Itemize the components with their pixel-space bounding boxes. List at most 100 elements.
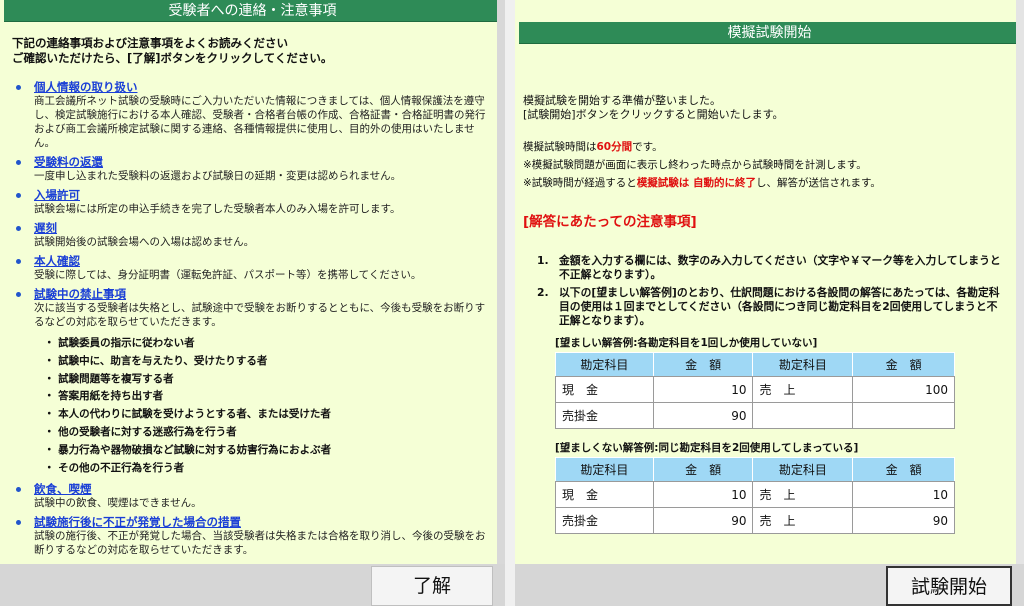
ready-message: 模擬試験を開始する準備が整いました。 [試験開始]ボタンをクリックすると開始いた…	[515, 44, 1024, 122]
column-header: 勘定科目	[752, 457, 854, 482]
table-header-row: 勘定科目 金 額 勘定科目 金 額	[555, 457, 955, 482]
exam-duration: 60分間	[596, 141, 633, 153]
acknowledge-button[interactable]: 了解	[371, 566, 493, 606]
notice-body: 試験開始後の試験会場への入場は認めません。	[34, 236, 255, 248]
auto-prefix: ※試験時間が経過すると	[523, 177, 637, 189]
answer-rule: 2. 以下の[望ましい解答例]のとおり、仕訳問題における各設問の解答にあたっては…	[537, 286, 1004, 328]
debit-account: 現 金	[555, 481, 654, 508]
notice-heading: 飲食、喫煙	[34, 482, 92, 497]
good-example: [望ましい解答例:各勘定科目を1回しか使用していない] 勘定科目 金 額 勘定科…	[555, 336, 955, 429]
notice-item-prohibited: 試験中の禁止事項 次に該当する受験者は失格とし、試験途中で受験をお断りするととも…	[12, 287, 489, 477]
prohibited-item: ・ その他の不正行為を行う者	[44, 461, 185, 474]
rule-number: 1.	[537, 254, 549, 267]
notice-heading: 個人情報の取り扱い	[34, 80, 138, 94]
notice-intro: 下記の連絡事項および注意事項をよくお読みください ご確認いただけたら、[了解]ボ…	[0, 22, 505, 66]
bad-example: [望ましくない解答例:同じ勘定科目を2回使用してしまっている] 勘定科目 金 額…	[555, 441, 955, 534]
column-header: 勘定科目	[752, 352, 854, 377]
bullet-icon	[16, 520, 21, 526]
auto-end-note: ※試験時間が経過すると模擬試験は 自動的に終了し、解答が送信されます。	[523, 174, 1016, 192]
prohibited-item: ・ 暴力行為や器物破損など試験に対する妨害行為におよぶ者	[44, 443, 332, 456]
bullet-icon	[16, 259, 21, 264]
notice-item-late: 遅刻 試験開始後の試験会場への入場は認めません。	[12, 221, 489, 249]
notice-heading: 受験料の返還	[34, 155, 103, 169]
bullet-icon	[16, 160, 21, 165]
credit-amount: 10	[852, 481, 955, 508]
bad-example-caption: [望ましくない解答例:同じ勘定科目を2回使用してしまっている]	[555, 442, 859, 454]
scrollbar[interactable]	[497, 0, 505, 606]
debit-account: 売掛金	[555, 402, 654, 429]
notice-body: 次に該当する受験者は失格とし、試験途中で受験をお断りするとともに、今後も受験をお…	[34, 302, 486, 328]
ready-line-2: [試験開始]ボタンをクリックすると開始いたします。	[523, 108, 784, 121]
notice-heading: 試験中の禁止事項	[34, 287, 126, 301]
intro-line-2: ご確認いただけたら、[了解]ボタンをクリックしてください。	[12, 51, 333, 65]
notice-body: 試験の施行後、不正が発覚した場合、当該受験者は失格または合格を取り消し、今後の受…	[34, 530, 486, 557]
notice-body: 試験会場には所定の申込手続きを完了した受験者本人のみ入場を許可します。	[34, 203, 401, 215]
ready-line-1: 模擬試験を開始する準備が整いました。	[523, 94, 721, 107]
notice-title: 受験者への連絡・注意事項	[4, 0, 501, 22]
notice-heading: 本人確認	[34, 254, 80, 268]
column-header: 勘定科目	[555, 352, 654, 377]
time-suffix: です。	[632, 141, 663, 153]
notice-body: 一度申し込まれた受験料の返還および試験日の延期・変更は認められません。	[34, 170, 402, 182]
notice-body: 受験に際しては、身分証明書（運転免許証、パスポート等）を携帯してください。	[34, 269, 422, 281]
debit-account: 現 金	[555, 376, 654, 403]
auto-end-emphasis: 模擬試験は 自動的に終了	[636, 177, 756, 189]
column-header: 金 額	[652, 352, 754, 377]
bullet-icon	[16, 193, 21, 198]
notice-body: 商工会議所ネット試験の受験時にご入力いただいた情報につきましては、個人情報保護法…	[34, 95, 486, 149]
credit-amount: 100	[852, 376, 955, 403]
answer-rule: 1. 金額を入力する欄には、数字のみ入力してください（文字や￥マーク等を入力して…	[537, 254, 1004, 282]
mock-exam-start-pane: 模擬試験開始 模擬試験を開始する準備が整いました。 [試験開始]ボタンをクリック…	[515, 0, 1024, 606]
bullet-icon	[16, 487, 21, 493]
start-exam-button[interactable]: 試験開始	[886, 566, 1012, 606]
pane-divider	[505, 0, 515, 606]
credit-account: 売 上	[752, 376, 854, 403]
debit-amount: 10	[652, 481, 754, 508]
auto-suffix: し、解答が送信されます。	[755, 177, 881, 189]
time-notes: 模擬試験時間は60分間です。 ※模擬試験問題が画面に表示し終わった時点から試験時…	[515, 122, 1024, 192]
answer-notes-heading: [解答にあたっての注意事項]	[523, 214, 697, 230]
notice-pane: 受験者への連絡・注意事項 下記の連絡事項および注意事項をよくお読みください ご確…	[0, 0, 505, 606]
credit-account: 売 上	[752, 481, 854, 508]
notice-item-fraud: 試験施行後に不正が発覚した場合の措置 試験の施行後、不正が発覚した場合、当該受験…	[12, 515, 489, 557]
prohibited-item: ・ 他の受験者に対する迷惑行為を行う者	[44, 425, 237, 438]
bullet-icon	[16, 292, 21, 297]
debit-amount: 10	[652, 376, 754, 403]
column-header: 金 額	[652, 457, 754, 482]
notice-heading: 試験施行後に不正が発覚した場合の措置	[34, 515, 241, 530]
notice-body: 試験中の飲食、喫煙はできません。	[34, 497, 202, 510]
prohibited-item: ・ 試験問題等を複写する者	[44, 372, 174, 385]
notice-item-privacy: 個人情報の取り扱い 商工会議所ネット試験の受験時にご入力いただいた情報につきまし…	[12, 80, 489, 150]
credit-account	[752, 402, 854, 429]
column-header: 金 額	[852, 352, 955, 377]
column-header: 勘定科目	[555, 457, 654, 482]
table-row: 現 金 10 売 上 10	[555, 481, 955, 508]
intro-line-1: 下記の連絡事項および注意事項をよくお読みください	[12, 36, 288, 50]
prohibited-item: ・ 答案用紙を持ち出す者	[44, 390, 164, 403]
rule-text: 金額を入力する欄には、数字のみ入力してください（文字や￥マーク等を入力してしまう…	[559, 254, 1001, 281]
notice-list: 個人情報の取り扱い 商工会議所ネット試験の受験時にご入力いただいた情報につきまし…	[0, 66, 505, 557]
bullet-icon	[16, 226, 21, 231]
scrollbar[interactable]	[1016, 0, 1024, 606]
notice-heading: 遅刻	[34, 221, 57, 235]
debit-amount: 90	[652, 507, 754, 534]
notice-heading: 入場許可	[34, 188, 80, 202]
time-prefix: 模擬試験時間は	[523, 141, 597, 153]
table-row: 現 金 10 売 上 100	[555, 376, 955, 403]
prohibited-item: ・ 試験委員の指示に従わない者	[44, 337, 195, 349]
debit-amount: 90	[652, 402, 754, 429]
good-example-caption: [望ましい解答例:各勘定科目を1回しか使用していない]	[555, 337, 818, 349]
prohibited-list: ・ 試験委員の指示に従わない者 ・ 試験中に、助言を与えたり、受けたりする者 ・…	[44, 335, 489, 477]
table-row: 売掛金 90	[555, 402, 955, 429]
bad-example-table: 勘定科目 金 額 勘定科目 金 額 現 金 10 売 上 10 売掛金 90 売…	[555, 457, 955, 534]
column-header: 金 額	[852, 457, 955, 482]
notice-item-food: 飲食、喫煙 試験中の飲食、喫煙はできません。	[12, 482, 489, 510]
table-header-row: 勘定科目 金 額 勘定科目 金 額	[555, 352, 955, 377]
mock-exam-title: 模擬試験開始	[519, 22, 1020, 44]
notice-item-id-check: 本人確認 受験に際しては、身分証明書（運転免許証、パスポート等）を携帯してくださ…	[12, 254, 489, 282]
footer-bar: 了解	[0, 564, 505, 606]
footer-bar: 試験開始	[515, 564, 1024, 606]
exam-time-line: 模擬試験時間は60分間です。	[523, 138, 1016, 156]
debit-account: 売掛金	[555, 507, 654, 534]
bullet-icon	[16, 85, 21, 90]
